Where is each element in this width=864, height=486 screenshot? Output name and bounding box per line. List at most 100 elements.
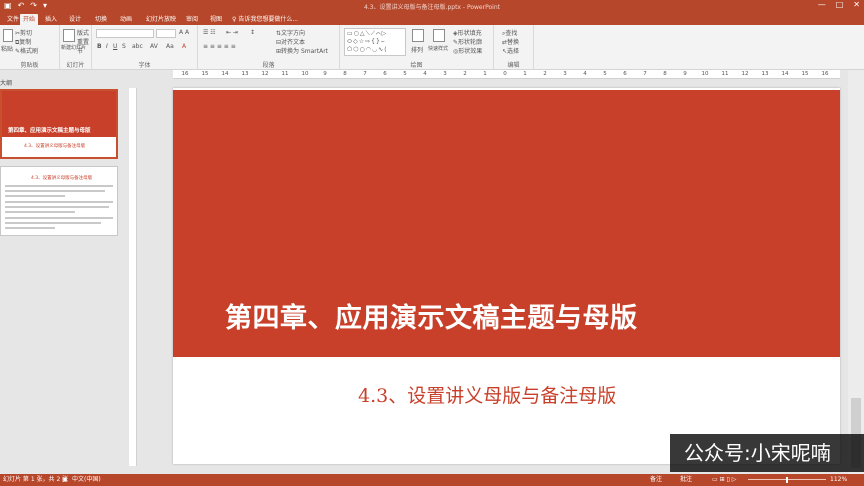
view-buttons[interactable]: ▭ ⊞ ▯ ▷	[712, 474, 736, 486]
text-direction-button[interactable]: ⇅文字方向	[276, 28, 305, 37]
zoom-slider-handle[interactable]	[786, 477, 788, 483]
arrange-icon[interactable]	[412, 29, 424, 42]
underline-button[interactable]: U	[113, 43, 117, 50]
shadow-button[interactable]: S	[122, 43, 126, 50]
reset-button[interactable]: 重置	[77, 37, 89, 46]
shape-fill-button[interactable]: ◈形状填充	[453, 28, 482, 37]
layout-button[interactable]: 版式	[77, 28, 89, 37]
group-label-editing: 编辑	[507, 62, 520, 69]
line-spacing-icon[interactable]: ↕	[250, 29, 255, 36]
close-button[interactable]: ✕	[853, 0, 860, 9]
ruler-tick: 13	[761, 71, 769, 77]
font-size-combobox[interactable]	[156, 29, 176, 38]
ruler-tick: 0	[503, 71, 507, 77]
slide-title[interactable]: 第四章、应用演示文稿主题与母版	[225, 296, 638, 335]
tab-review[interactable]: 审阅	[183, 14, 201, 25]
thumbnail-text-line	[5, 201, 113, 203]
shape-outline-button[interactable]: ✎形状轮廓	[453, 37, 482, 46]
slide-thumbnail-pane: 大纲 第四章、应用演示文稿主题与母版 4.3、设置讲义母版与备注母版 4.3、设…	[0, 70, 122, 474]
ruler-tick: 12	[261, 71, 269, 77]
tab-view[interactable]: 视图	[207, 14, 225, 25]
font-grow-icon[interactable]: A A	[179, 29, 189, 36]
ruler-tick: 11	[721, 71, 729, 77]
tab-design[interactable]: 设计	[66, 14, 84, 25]
cut-button[interactable]: ✂剪切	[15, 28, 32, 37]
ribbon-home: 粘贴 ✂剪切 ⧉复制 ✎格式刷 剪贴板 新建幻灯片 版式 重置 节 幻灯片 A …	[0, 25, 864, 70]
shape-icons: ⬠⬡○◠◡∿⟨	[347, 46, 388, 53]
bullets-icon[interactable]: ☰ ☷	[203, 29, 216, 36]
group-drawing: ▭○△⟍⟋⌒▷ ⬭◇☆⇨{}⌢ ⬠⬡○◠◡∿⟨ 排列 快速样式 ◈形状填充 ✎形…	[340, 25, 494, 70]
paste-button[interactable]: 粘贴	[1, 44, 13, 53]
ruler-tick: 8	[663, 71, 667, 77]
ruler-tick: 16	[181, 71, 189, 77]
align-icons[interactable]: ≡ ≡ ≡ ≡ ≡	[203, 43, 236, 50]
thumbnail-text-line	[5, 206, 109, 208]
ruler-tick: 5	[603, 71, 607, 77]
minimize-button[interactable]: —	[818, 0, 826, 9]
shape-icons: ⬭◇☆⇨{}⌢	[347, 38, 386, 45]
paste-icon[interactable]	[3, 29, 13, 42]
align-text-button[interactable]: ⊟对齐文本	[276, 37, 305, 46]
tab-home[interactable]: 开始	[20, 14, 39, 25]
ruler-tick: 15	[201, 71, 209, 77]
ruler-tick: 10	[301, 71, 309, 77]
ruler-tick: 11	[281, 71, 289, 77]
ruler-tick: 15	[801, 71, 809, 77]
strikethrough-button[interactable]: abc	[132, 43, 143, 50]
horizontal-ruler: 16 15 14 13 12 11 10 9 8 7 6 5 4 3 2 1 0 1 2 3 4 5 6 7 8 9 10 11 12 1…	[173, 70, 840, 79]
proofing-icon[interactable]: ▣	[62, 474, 68, 486]
tab-slideshow[interactable]: 幻灯片放映	[143, 14, 179, 25]
shape-icons: ▭○△⟍⟋⌒▷	[347, 30, 388, 37]
quick-styles-button[interactable]: 快速样式	[428, 45, 448, 52]
ruler-tick: 14	[781, 71, 789, 77]
thumbnail-text-line	[5, 222, 101, 224]
select-button[interactable]: ↖选择	[502, 46, 519, 55]
ruler-tick: 9	[323, 71, 327, 77]
zoom-level[interactable]: 112%	[830, 474, 847, 486]
ruler-tick: 1	[483, 71, 487, 77]
smartart-button[interactable]: ⊞转换为 SmartArt	[276, 46, 328, 55]
quick-styles-icon[interactable]	[433, 29, 445, 42]
shapes-gallery[interactable]: ▭○△⟍⟋⌒▷ ⬭◇☆⇨{}⌢ ⬠⬡○◠◡∿⟨	[344, 28, 406, 56]
maximize-button[interactable]: □	[836, 0, 844, 9]
thumbnail-heading: 4.3、设置讲义母版与备注母版	[31, 176, 93, 181]
shape-effects-button[interactable]: ◎形状效果	[453, 46, 482, 55]
vertical-scrollbar[interactable]	[848, 70, 864, 474]
outline-label: 大纲	[0, 80, 13, 87]
group-label-paragraph: 段落	[262, 62, 275, 69]
replace-button[interactable]: ⇄替换	[502, 37, 519, 46]
tab-transitions[interactable]: 切换	[92, 14, 110, 25]
ruler-tick: 6	[383, 71, 387, 77]
group-label-drawing: 绘图	[410, 62, 423, 69]
ruler-tick: 3	[563, 71, 567, 77]
thumbnail-text-line	[5, 185, 113, 187]
slide-thumbnail-1[interactable]: 第四章、应用演示文稿主题与母版 4.3、设置讲义母版与备注母版	[0, 89, 118, 159]
font-name-combobox[interactable]	[96, 29, 154, 38]
vertical-ruler	[129, 88, 137, 466]
ruler-tick: 2	[543, 71, 547, 77]
ruler-tick: 4	[583, 71, 587, 77]
arrange-button[interactable]: 排列	[411, 45, 423, 54]
tab-animations[interactable]: 动画	[117, 14, 135, 25]
slide-canvas[interactable]: 第四章、应用演示文稿主题与母版 4.3、设置讲义母版与备注母版	[173, 88, 840, 464]
tell-me-box[interactable]: ♀ 告诉我您想要做什么...	[232, 14, 298, 25]
section-button[interactable]: 节	[77, 46, 83, 55]
language-status[interactable]: 中文(中国)	[72, 474, 101, 486]
ruler-tick: 4	[423, 71, 427, 77]
tab-insert[interactable]: 插入	[42, 14, 60, 25]
ruler-tick: 10	[701, 71, 709, 77]
indent-icon[interactable]: ⇤ ⇥	[226, 29, 238, 36]
ruler-tick: 8	[343, 71, 347, 77]
comments-button[interactable]: 批注	[680, 474, 692, 486]
format-painter-button[interactable]: ✎格式刷	[15, 46, 38, 55]
font-color-button[interactable]: A	[182, 43, 186, 50]
new-slide-icon[interactable]	[63, 29, 75, 42]
notes-button[interactable]: 备注	[650, 474, 662, 486]
italic-button[interactable]: I	[106, 43, 108, 50]
change-case-button[interactable]: Aa	[166, 43, 174, 50]
bold-button[interactable]: B	[97, 43, 102, 50]
spacing-button[interactable]: AV	[150, 43, 158, 50]
slide-thumbnail-2[interactable]: 4.3、设置讲义母版与备注母版	[0, 166, 118, 236]
ribbon-tabs: 文件 开始 插入 设计 切换 动画 幻灯片放映 审阅 视图 ♀ 告诉我您想要做什…	[0, 13, 864, 25]
slide-subtitle[interactable]: 4.3、设置讲义母版与备注母版	[358, 381, 616, 408]
